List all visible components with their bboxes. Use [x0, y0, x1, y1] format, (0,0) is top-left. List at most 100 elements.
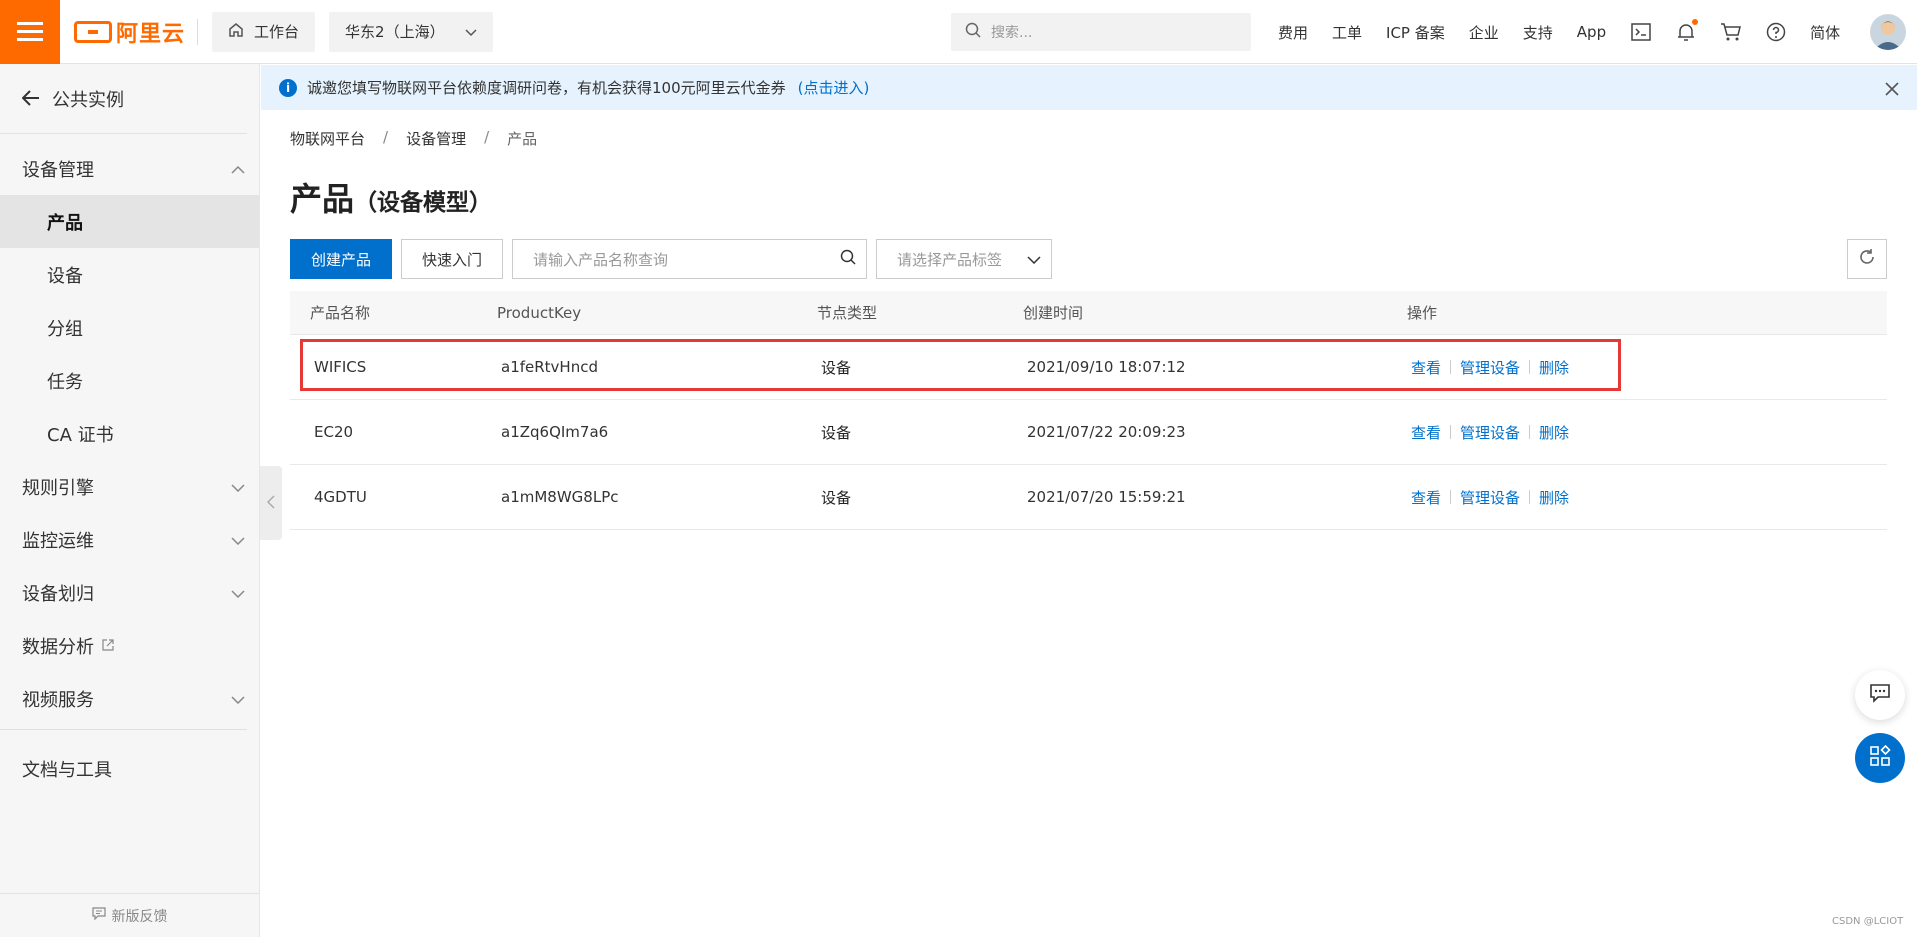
link-support[interactable]: 支持	[1523, 22, 1553, 43]
refresh-button[interactable]	[1847, 239, 1887, 279]
bell-icon[interactable]	[1675, 19, 1699, 43]
chevron-down-icon	[465, 23, 477, 41]
cell-created-time: 2021/09/10 18:07:12	[1027, 358, 1186, 376]
terminal-icon[interactable]	[1630, 21, 1652, 43]
sidebar-item-group[interactable]: 分组	[0, 301, 259, 354]
view-link[interactable]: 查看	[1411, 357, 1441, 378]
sidebar-collapse-handle[interactable]	[260, 466, 282, 540]
divider	[197, 18, 199, 45]
cell-node-type: 设备	[821, 488, 852, 507]
quickstart-button[interactable]: 快速入门	[401, 239, 503, 279]
manage-devices-link[interactable]: 管理设备	[1460, 422, 1520, 443]
page-title-sub: （设备模型）	[354, 190, 493, 216]
page-title-main: 产品	[290, 180, 355, 218]
group-label: 文档与工具	[22, 759, 112, 781]
info-icon: i	[279, 78, 297, 97]
close-icon[interactable]	[1885, 77, 1899, 101]
sidebar-group-video[interactable]: 视频服务	[0, 672, 259, 725]
delete-link[interactable]: 删除	[1539, 422, 1569, 443]
column-header: 操作	[1407, 304, 1438, 322]
column-header: 创建时间	[1023, 304, 1084, 322]
chevron-down-icon	[1027, 250, 1041, 268]
product-tag-select[interactable]: 请选择产品标签	[876, 239, 1052, 279]
group-label: 数据分析	[22, 636, 94, 658]
sidebar-item-device[interactable]: 设备	[0, 248, 259, 301]
view-link[interactable]: 查看	[1411, 422, 1441, 443]
user-avatar[interactable]	[1870, 14, 1906, 50]
cell-node-type: 设备	[821, 423, 852, 442]
cart-icon[interactable]	[1720, 21, 1742, 43]
product-search-input[interactable]: 请输入产品名称查询	[512, 239, 867, 279]
cell-product-name: 4GDTU	[314, 488, 367, 506]
group-label: 设备划归	[22, 583, 94, 605]
table-header: 产品名称 ProductKey 节点类型 创建时间 操作	[290, 291, 1887, 335]
column-header: 节点类型	[817, 304, 878, 322]
sidebar-group-rules[interactable]: 规则引擎	[0, 460, 259, 513]
breadcrumb-item[interactable]: 设备管理	[406, 128, 466, 149]
apps-button[interactable]	[1855, 733, 1905, 783]
chat-button[interactable]	[1855, 670, 1905, 720]
chevron-left-icon	[266, 494, 275, 513]
select-placeholder: 请选择产品标签	[897, 250, 1003, 269]
delete-link[interactable]: 删除	[1539, 487, 1569, 508]
language-switch[interactable]: 简体	[1810, 22, 1840, 43]
notice-link[interactable]: (点击进入)	[798, 77, 870, 98]
cell-product-key: a1mM8WG8LPc	[501, 488, 619, 506]
notice-text: 诚邀您填写物联网平台依赖度调研问卷，有机会获得100元阿里云代金券	[307, 79, 786, 97]
manage-devices-link[interactable]: 管理设备	[1460, 357, 1520, 378]
search-placeholder: 搜索...	[991, 25, 1033, 41]
hamburger-icon	[17, 21, 43, 42]
column-header: ProductKey	[497, 303, 582, 322]
group-label: 设备管理	[22, 159, 94, 181]
search-icon[interactable]	[840, 249, 856, 269]
sidebar-group-monitor[interactable]: 监控运维	[0, 513, 259, 566]
sidebar-item-product[interactable]: 产品	[0, 195, 259, 248]
sidebar-group-data-analysis[interactable]: 数据分析	[0, 619, 259, 672]
table-row: EC20 a1Zq6QIm7a6 设备 2021/07/22 20:09:23 …	[290, 400, 1887, 465]
link-app[interactable]: App	[1577, 23, 1606, 41]
external-link-icon	[102, 635, 114, 656]
region-label: 华东2（上海）	[345, 23, 445, 41]
sidebar-group-docs[interactable]: 文档与工具	[0, 742, 259, 795]
sidebar-group-device-mgmt[interactable]: 设备管理	[0, 142, 259, 195]
create-product-button[interactable]: 创建产品	[290, 239, 392, 279]
back-to-public-instance[interactable]: 公共实例	[0, 64, 247, 134]
logo[interactable]: 阿里云	[74, 0, 185, 64]
refresh-icon	[1858, 248, 1876, 270]
sidebar-item-ca-cert[interactable]: CA 证书	[0, 407, 259, 460]
link-ticket[interactable]: 工单	[1332, 22, 1362, 43]
arrow-left-icon	[21, 87, 40, 111]
manage-devices-link[interactable]: 管理设备	[1460, 487, 1520, 508]
home-icon	[228, 22, 244, 42]
product-table: 产品名称 ProductKey 节点类型 创建时间 操作 WIFICS a1fe…	[290, 291, 1887, 530]
cell-product-name: WIFICS	[314, 358, 367, 376]
chevron-down-icon	[231, 476, 245, 497]
search-icon	[965, 22, 981, 42]
feedback-button[interactable]: 新版反馈	[0, 893, 259, 937]
column-header: 产品名称	[310, 304, 371, 322]
global-search-input[interactable]: 搜索...	[951, 13, 1251, 51]
cell-created-time: 2021/07/22 20:09:23	[1027, 423, 1186, 441]
cell-product-key: a1feRtvHncd	[501, 358, 598, 376]
cell-node-type: 设备	[821, 358, 852, 377]
cell-product-name: EC20	[314, 423, 354, 441]
apps-grid-icon	[1869, 744, 1891, 771]
workbench-label: 工作台	[254, 23, 300, 41]
link-enterprise[interactable]: 企业	[1469, 22, 1499, 43]
top-links: 费用 工单 ICP 备案 企业 支持 App 简体	[1278, 0, 1866, 64]
help-icon[interactable]	[1765, 21, 1787, 43]
workbench-button[interactable]: 工作台	[212, 11, 316, 52]
breadcrumb-item[interactable]: 物联网平台	[290, 128, 365, 149]
watermark: CSDN @LCIOT	[1832, 916, 1904, 927]
delete-link[interactable]: 删除	[1539, 357, 1569, 378]
sidebar-item-task[interactable]: 任务	[0, 354, 259, 407]
link-icp[interactable]: ICP 备案	[1386, 22, 1445, 43]
sidebar-group-device-assign[interactable]: 设备划归	[0, 566, 259, 619]
view-link[interactable]: 查看	[1411, 487, 1441, 508]
link-billing[interactable]: 费用	[1278, 22, 1308, 43]
menu-button[interactable]	[0, 0, 60, 64]
table-row: 4GDTU a1mM8WG8LPc 设备 2021/07/20 15:59:21…	[290, 465, 1887, 530]
feedback-label: 新版反馈	[111, 908, 168, 925]
region-selector[interactable]: 华东2（上海）	[329, 11, 493, 52]
toolbar: 创建产品 快速入门 请输入产品名称查询 请选择产品标签	[290, 239, 1052, 279]
